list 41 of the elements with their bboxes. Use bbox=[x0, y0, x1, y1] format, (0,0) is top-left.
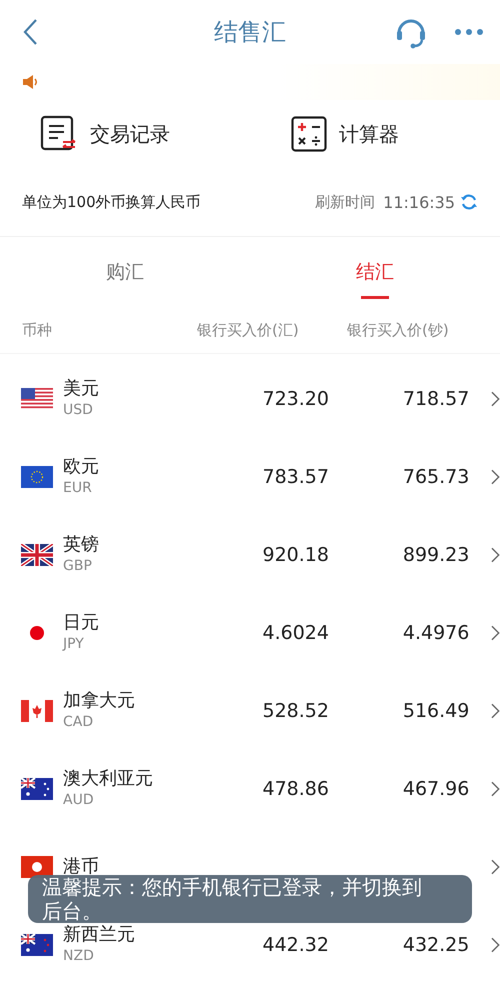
column-header: 银行买入价(钞) bbox=[347, 320, 449, 340]
cash-rate: 765.73 bbox=[402, 466, 470, 488]
currency-name: 加拿大元 bbox=[63, 690, 136, 712]
currency-code: EUR bbox=[63, 479, 93, 498]
currency-code: CAD bbox=[63, 713, 94, 732]
page-title: 结售汇 bbox=[214, 17, 286, 48]
unit-note: 单位为100外币换算人民币 bbox=[22, 192, 201, 212]
cash-rate: 467.96 bbox=[402, 778, 470, 800]
tab[interactable]: 购汇 bbox=[0, 237, 250, 307]
currency-name: 美元 bbox=[63, 378, 100, 400]
column-header: 币种 bbox=[22, 320, 53, 340]
tab[interactable]: 结汇 bbox=[250, 237, 500, 307]
cash-rate: 4.4976 bbox=[402, 622, 470, 644]
transfer-rate: 478.86 bbox=[262, 778, 329, 800]
currency-code: GBP bbox=[63, 557, 93, 576]
column-header: 银行买入价(汇) bbox=[197, 320, 300, 340]
currency-name: 英镑 bbox=[63, 534, 100, 556]
currency-code: JPY bbox=[63, 635, 85, 654]
cash-rate: 516.49 bbox=[402, 700, 470, 722]
transfer-rate: 442.32 bbox=[262, 934, 329, 956]
refresh-time: 11:16:35 bbox=[383, 192, 455, 212]
transfer-rate: 920.18 bbox=[262, 544, 329, 566]
tool-button[interactable]: 计算器 bbox=[249, 100, 500, 168]
currency-code: USD bbox=[63, 401, 94, 420]
refresh-label: 刷新时间 bbox=[315, 192, 376, 212]
currency-name: 港币 bbox=[63, 856, 100, 878]
cash-rate: 718.57 bbox=[402, 388, 470, 410]
toast-message: 温馨提示：您的手机银行已登录，并切换到后台。 bbox=[28, 875, 472, 923]
transfer-rate: 4.6024 bbox=[262, 622, 329, 644]
transfer-rate: 783.57 bbox=[262, 466, 329, 488]
currency-name: 欧元 bbox=[63, 456, 100, 478]
currency-name: 新西兰元 bbox=[63, 924, 136, 946]
currency-code: NZD bbox=[63, 947, 95, 966]
cash-rate: 432.25 bbox=[402, 934, 470, 956]
transfer-rate: 528.52 bbox=[262, 700, 329, 722]
currency-name: 澳大利亚元 bbox=[63, 768, 154, 790]
transfer-rate: 723.20 bbox=[262, 388, 329, 410]
tool-button[interactable]: 交易记录 bbox=[0, 100, 249, 168]
currency-code: AUD bbox=[63, 791, 95, 810]
cash-rate: 899.23 bbox=[402, 544, 470, 566]
currency-name: 日元 bbox=[63, 612, 100, 634]
